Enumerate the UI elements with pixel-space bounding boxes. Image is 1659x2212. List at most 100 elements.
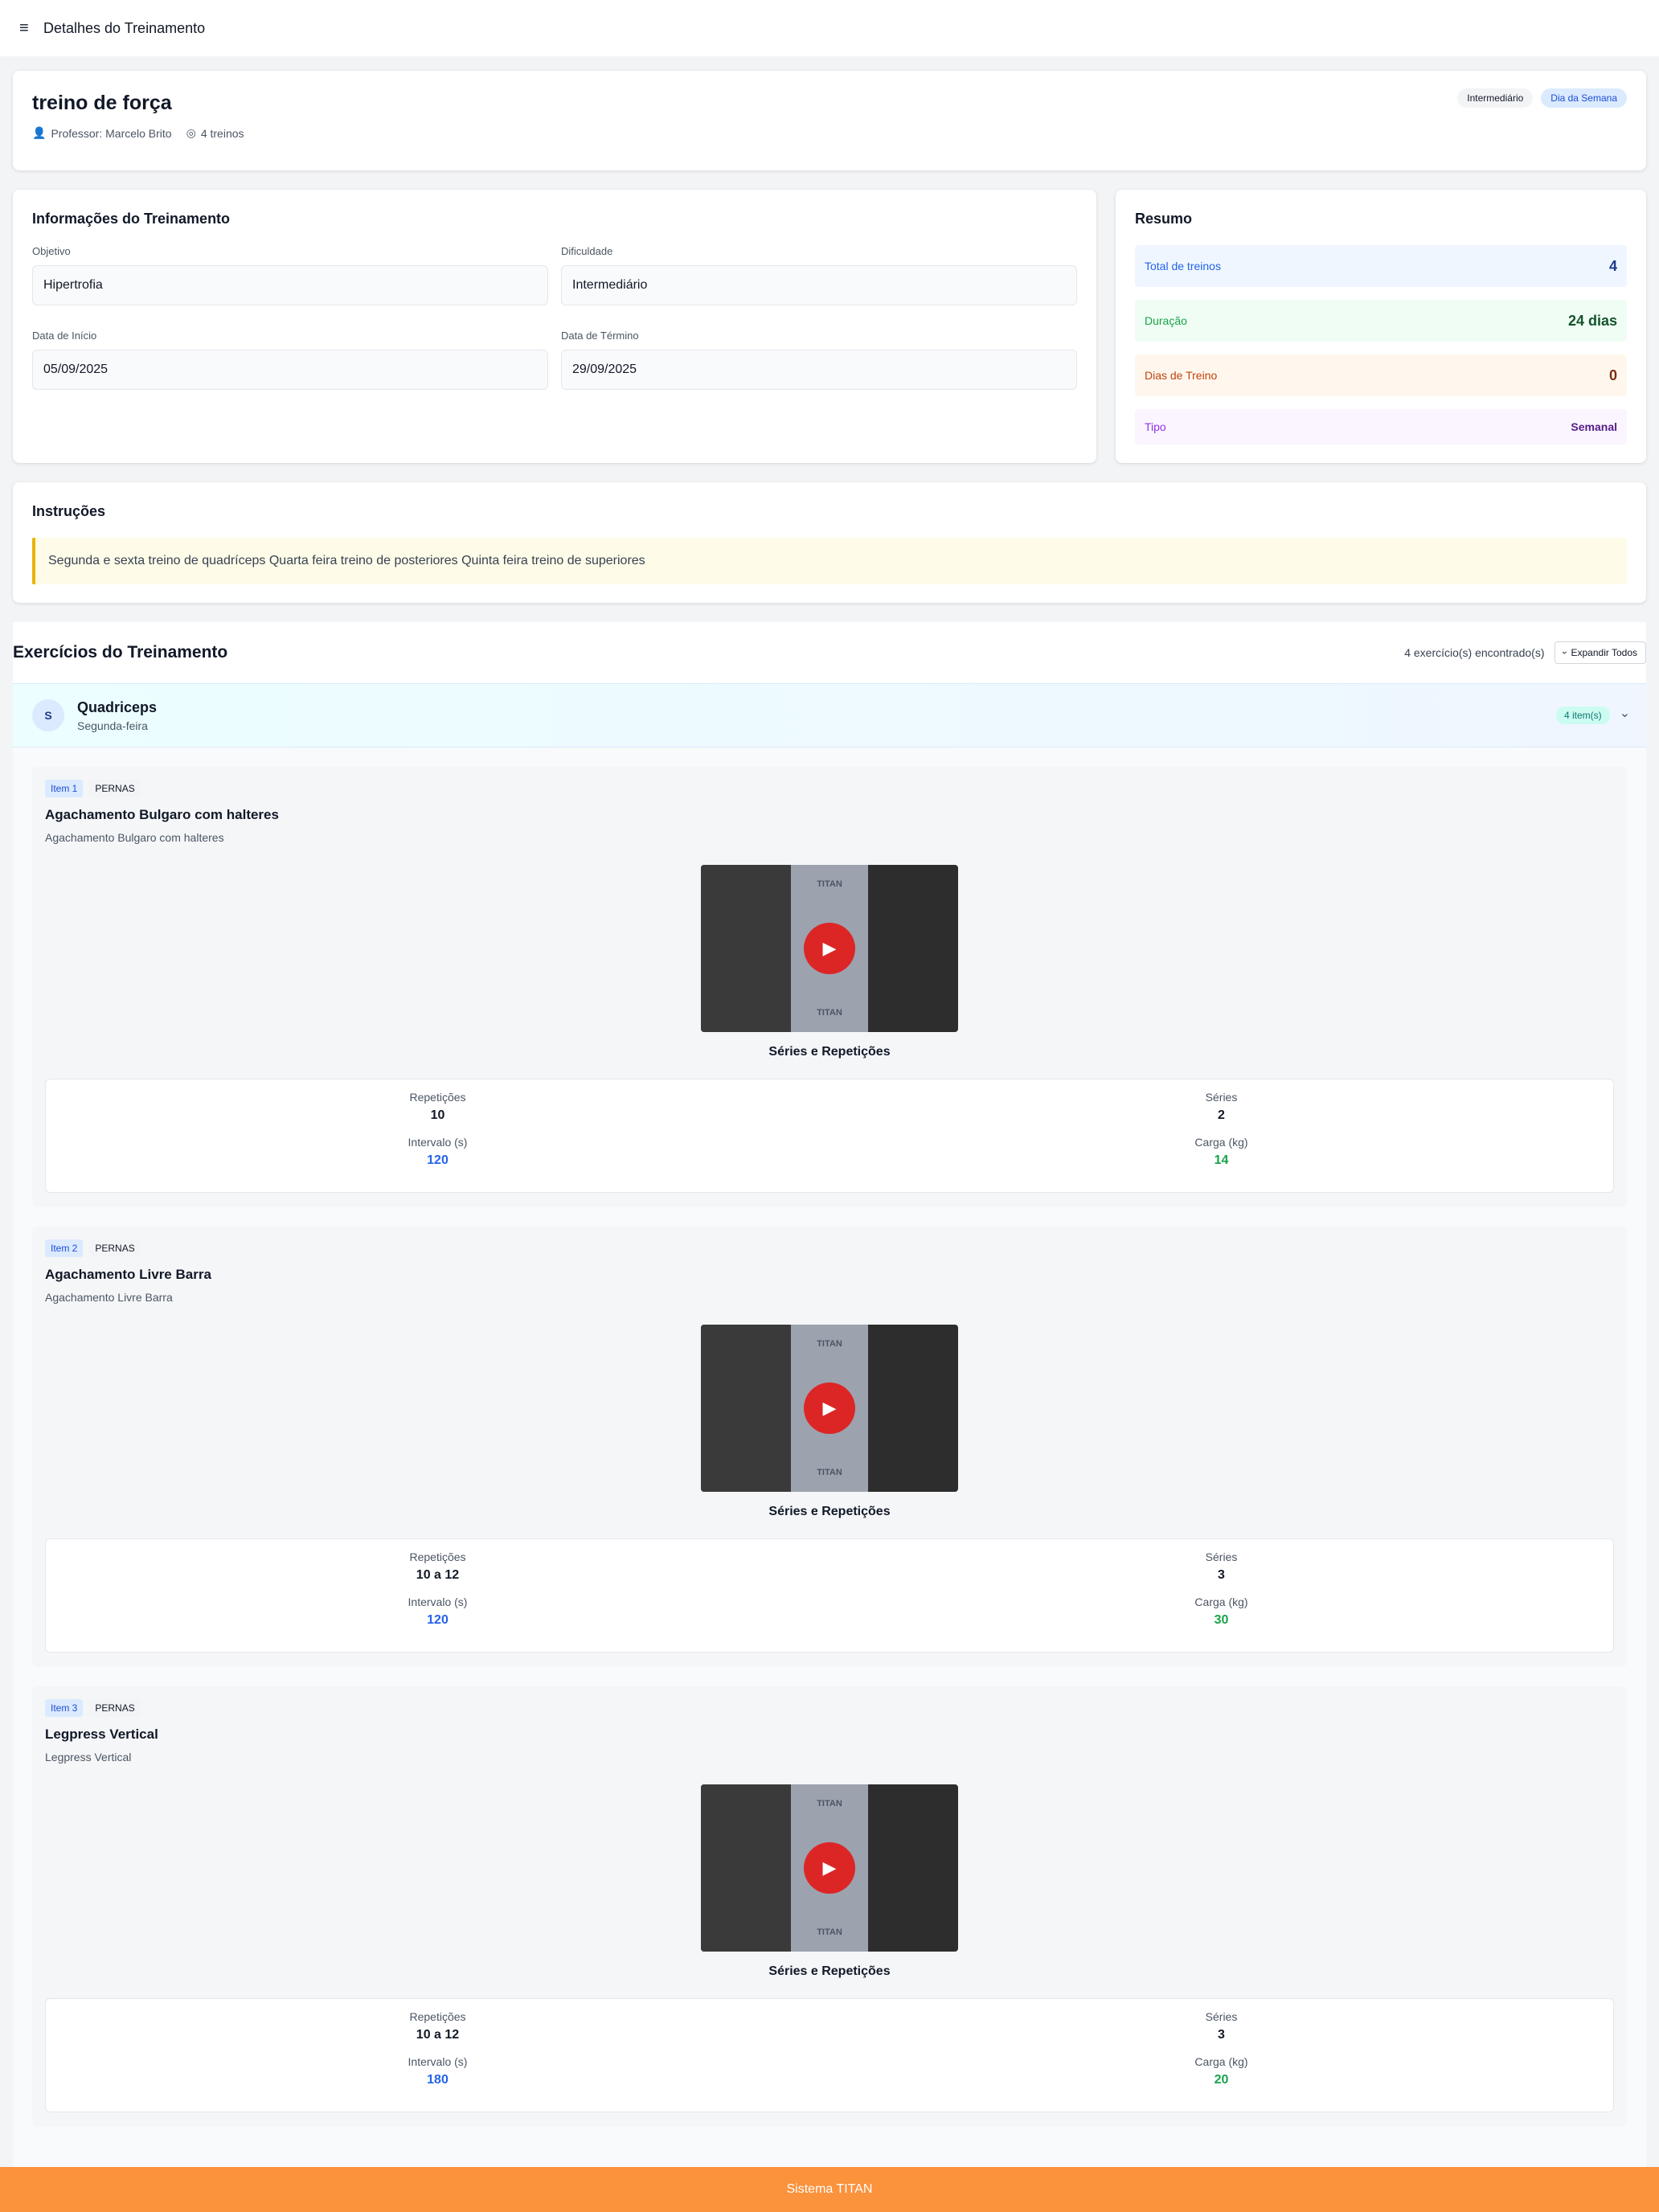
training-meta: 👤 Professor: Marcelo Brito ◎ 4 treinos	[32, 126, 1627, 140]
exercise-video[interactable]: TITAN TITAN ▶	[701, 1325, 958, 1492]
footer-bar: Sistema TITAN	[0, 2167, 1659, 2212]
load-label: Carga (kg)	[1194, 1136, 1248, 1149]
summary-duration: Duração 24 dias	[1135, 300, 1627, 342]
reps-label: Repetições	[409, 1091, 466, 1104]
series-label: Séries	[1205, 1091, 1238, 1104]
series-reps-title: Séries e Repetições	[768, 1964, 891, 1978]
video-watermark: TITAN	[817, 1799, 842, 1809]
group-avatar: S	[32, 699, 64, 731]
exercise-description: Agachamento Livre Barra	[45, 1291, 173, 1304]
summary-value: 4	[1608, 257, 1617, 274]
group-item-count-badge: 4 item(s)	[1556, 707, 1610, 724]
footer-text: Sistema TITAN	[786, 2182, 873, 2196]
exercise-description: Legpress Vertical	[45, 1751, 132, 1763]
menu-icon[interactable]: ≡	[19, 19, 37, 38]
training-title: treino de força	[32, 92, 172, 114]
summary-label: Total de treinos	[1145, 260, 1221, 272]
item-number-tag: Item 1	[45, 780, 84, 797]
exercises-header: Exercícios do Treinamento 4 exercício(s)…	[13, 622, 1646, 683]
difficulty-label: Dificuldade	[561, 245, 613, 257]
item-number-tag: Item 3	[45, 1699, 84, 1717]
chevron-up-icon[interactable]: ‹	[1617, 713, 1632, 717]
instructions-card: Instruções Segunda e sexta treino de qua…	[13, 482, 1646, 603]
summary-label: Tipo	[1145, 420, 1166, 433]
exercises-title: Exercícios do Treinamento	[13, 643, 228, 662]
video-watermark: TITAN	[817, 1339, 842, 1349]
video-watermark: TITAN	[817, 879, 842, 889]
objective-label: Objetivo	[32, 245, 71, 257]
end-date-label: Data de Término	[561, 330, 639, 342]
exercise-group-header[interactable]: S Quadriceps Segunda-feira 4 item(s) ‹	[13, 683, 1646, 748]
exercise-video[interactable]: TITAN TITAN ▶	[701, 865, 958, 1032]
instructions-text: Segunda e sexta treino de quadríceps Qua…	[32, 538, 1627, 584]
difficulty-field: Dificuldade Intermediário	[561, 245, 1077, 330]
load-label: Carga (kg)	[1194, 1596, 1248, 1608]
check-circle-icon: ◎	[186, 126, 196, 139]
exercise-description: Agachamento Bulgaro com halteres	[45, 831, 224, 844]
series-value: 3	[1218, 1568, 1225, 1582]
info-title: Informações do Treinamento	[32, 211, 231, 227]
series-label: Séries	[1205, 1550, 1238, 1563]
exercise-group-body: Item 1 PERNAS Agachamento Bulgaro com ha…	[13, 748, 1646, 2181]
load-value: 20	[1214, 2073, 1229, 2087]
group-day: Segunda-feira	[77, 719, 148, 732]
professor-label: Professor: Marcelo Brito	[51, 126, 172, 140]
exercise-name: Legpress Vertical	[45, 1727, 158, 1742]
objective-value: Hipertrofia	[32, 265, 548, 305]
start-date-field: Data de Início 05/09/2025	[32, 330, 548, 414]
expand-all-button[interactable]: › Expandir Todos	[1554, 641, 1646, 664]
interval-value: 180	[427, 2073, 449, 2087]
exercise-item: Item 1 PERNAS Agachamento Bulgaro com ha…	[32, 767, 1627, 1207]
play-icon[interactable]: ▶	[804, 1842, 855, 1894]
exercise-item: Item 2 PERNAS Agachamento Livre Barra Ag…	[32, 1227, 1627, 1667]
training-header-card: treino de força 👤 Professor: Marcelo Bri…	[13, 71, 1646, 170]
category-tag: PERNAS	[89, 1239, 141, 1257]
load-value: 30	[1214, 1613, 1229, 1627]
interval-label: Intervalo (s)	[408, 1596, 468, 1608]
load-label: Carga (kg)	[1194, 2055, 1248, 2068]
exercises-found-count: 4 exercício(s) encontrado(s)	[1404, 646, 1545, 659]
summary-title: Resumo	[1135, 211, 1193, 227]
exercise-stats: Repetições 10 Séries 2 Intervalo (s) 120 Ca…	[45, 1079, 1614, 1193]
trainings-count: 4 treinos	[200, 126, 244, 140]
schedule-type-badge: Dia da Semana	[1541, 88, 1627, 108]
end-date-value: 29/09/2025	[561, 350, 1077, 390]
video-watermark: TITAN	[817, 1008, 842, 1018]
category-tag: PERNAS	[89, 1699, 141, 1717]
interval-label: Intervalo (s)	[408, 1136, 468, 1149]
objective-field: Objetivo Hipertrofia	[32, 245, 548, 330]
chevron-down-icon: ›	[1559, 651, 1571, 654]
series-reps-title: Séries e Repetições	[768, 1045, 891, 1059]
video-watermark: TITAN	[817, 1468, 842, 1477]
series-label: Séries	[1205, 2010, 1238, 2023]
reps-value: 10 a 12	[416, 2028, 460, 2042]
top-bar: ≡ Detalhes do Treinamento	[0, 0, 1659, 56]
video-watermark: TITAN	[817, 1927, 842, 1937]
summary-value: 24 dias	[1567, 312, 1617, 329]
reps-value: 10	[430, 1108, 445, 1122]
group-name: Quadriceps	[77, 698, 158, 715]
summary-type: Tipo Semanal	[1135, 409, 1627, 444]
instructions-title: Instruções	[32, 503, 106, 519]
load-value: 14	[1214, 1153, 1229, 1167]
difficulty-badge: Intermediário	[1457, 88, 1534, 108]
category-tag: PERNAS	[89, 780, 141, 797]
start-date-value: 05/09/2025	[32, 350, 548, 390]
summary-training-days: Dias de Treino 0	[1135, 354, 1627, 396]
start-date-label: Data de Início	[32, 330, 97, 342]
end-date-field: Data de Término 29/09/2025	[561, 330, 1077, 414]
interval-label: Intervalo (s)	[408, 2055, 468, 2068]
summary-label: Duração	[1145, 314, 1187, 327]
play-icon[interactable]: ▶	[804, 1382, 855, 1434]
series-value: 2	[1218, 1108, 1225, 1122]
play-icon[interactable]: ▶	[804, 923, 855, 974]
exercises-panel: Exercícios do Treinamento 4 exercício(s)…	[13, 622, 1646, 2181]
reps-label: Repetições	[409, 1550, 466, 1563]
series-value: 3	[1218, 2028, 1225, 2042]
exercise-video[interactable]: TITAN TITAN ▶	[701, 1784, 958, 1952]
summary-total-trainings: Total de treinos 4	[1135, 245, 1627, 287]
interval-value: 120	[427, 1613, 449, 1627]
header-badges: Intermediário Dia da Semana	[1457, 88, 1627, 108]
training-info-card: Informações do Treinamento Objetivo Hipe…	[13, 190, 1096, 463]
difficulty-value: Intermediário	[561, 265, 1077, 305]
